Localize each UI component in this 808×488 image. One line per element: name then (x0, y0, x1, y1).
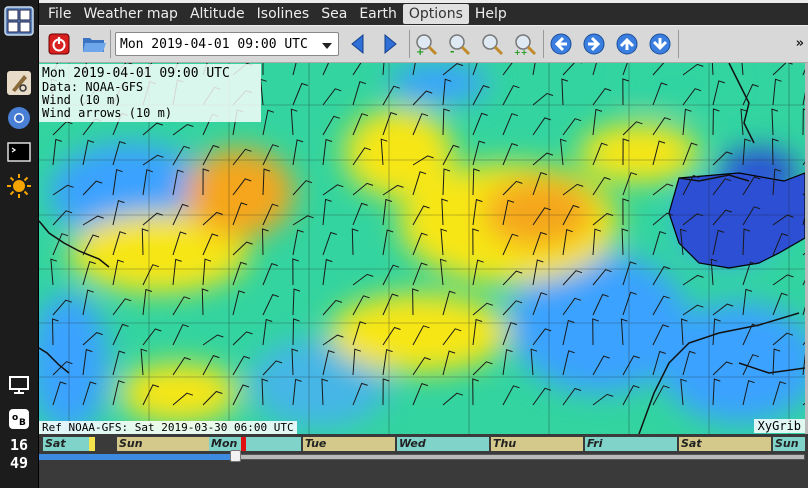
menu-earth[interactable]: Earth (353, 4, 403, 24)
day-label: Mon (209, 437, 301, 451)
weather-app-icon[interactable] (4, 171, 34, 201)
day-label: Fri (585, 437, 677, 451)
next-arrow-icon (384, 33, 397, 55)
open-file-button[interactable] (82, 32, 106, 56)
time-slider-fill (39, 454, 236, 460)
info-arrows-layer: Wind arrows (10 m) (42, 106, 173, 120)
svg-text:+: + (416, 47, 424, 56)
menu-sea[interactable]: Sea (315, 4, 353, 24)
zoom-fit-icon (482, 34, 504, 56)
drawing-app-icon[interactable] (4, 68, 34, 98)
zoom-fit-button[interactable] (480, 32, 504, 56)
next-date-button[interactable] (379, 32, 403, 56)
status-bar (39, 464, 808, 488)
menu-options[interactable]: Options (402, 4, 469, 24)
previous-date-button[interactable] (345, 32, 369, 56)
zoom-all-button[interactable]: ++ (513, 32, 537, 56)
toolbar-overflow-button[interactable]: » (796, 36, 804, 51)
zoom-out-button[interactable]: - (447, 32, 471, 56)
date-selector[interactable]: Mon 2019-04-01 09:00 UTC (115, 32, 339, 56)
stop-icon (48, 33, 70, 55)
weather-map[interactable]: Mon 2019-04-01 09:00 UTC Data: NOAA-GFS … (39, 63, 805, 434)
svg-text:-: - (450, 45, 455, 56)
day-label: Sat (679, 437, 771, 451)
pan-up-icon (616, 33, 638, 55)
clock-minute: 49 (9, 454, 29, 472)
day-label: Thu (491, 437, 583, 451)
taskbar-dock: oB 16 49 (0, 0, 39, 488)
svg-text:B: B (19, 418, 26, 428)
reference-run-label: Ref NOAA-GFS: Sat 2019-03-30 06:00 UTC (39, 421, 297, 434)
app-grid-icon[interactable] (4, 6, 34, 36)
info-date: Mon 2019-04-01 09:00 UTC (42, 66, 230, 81)
date-selector-value: Mon 2019-04-01 09:00 UTC (120, 37, 308, 52)
map-info-panel: Mon 2019-04-01 09:00 UTC Data: NOAA-GFS … (39, 64, 261, 122)
zoom-all-icon: ++ (514, 34, 537, 56)
menu-altitude[interactable]: Altitude (184, 4, 251, 24)
day-label: Sat (43, 437, 89, 451)
menu-isolines[interactable]: Isolines (251, 4, 316, 24)
zoom-in-icon: + (416, 34, 438, 56)
open-folder-icon (83, 38, 106, 52)
day-label: Sun (773, 437, 805, 451)
display-icon[interactable] (4, 370, 34, 400)
pan-left-icon (550, 33, 572, 55)
keyboard-layout-icon[interactable]: oB (4, 404, 34, 434)
menu-bar: File Weather map Altitude Isolines Sea E… (39, 3, 808, 25)
menu-file[interactable]: File (42, 4, 77, 24)
stop-button[interactable] (47, 32, 71, 56)
day-label: Tue (303, 437, 395, 451)
pan-down-icon (649, 33, 671, 55)
clock-hour: 16 (9, 436, 29, 454)
time-slider-handle[interactable] (230, 450, 242, 462)
pan-right-button[interactable] (582, 32, 606, 56)
zoom-out-icon: - (449, 34, 471, 56)
day-label: Wed (397, 437, 489, 451)
pan-down-button[interactable] (648, 32, 672, 56)
day-label: Sun (117, 437, 209, 451)
prev-arrow-icon (351, 33, 364, 55)
svg-text:++: ++ (514, 48, 527, 56)
menu-help[interactable]: Help (469, 4, 513, 24)
pan-up-button[interactable] (615, 32, 639, 56)
app-brand-label: XyGrib (753, 419, 805, 433)
zoom-in-button[interactable]: + (414, 32, 438, 56)
clock: 16 49 (0, 436, 38, 472)
toolbar: Mon 2019-04-01 09:00 UTC + - ++ » (39, 26, 808, 63)
chevron-down-icon (322, 43, 332, 49)
pan-left-button[interactable] (549, 32, 573, 56)
menu-weather-map[interactable]: Weather map (77, 4, 184, 24)
svg-text:o: o (12, 413, 18, 423)
day-strip: Sat Sun Mon Tue Wed Thu Fri Sat Sun (39, 437, 808, 451)
pan-right-icon (583, 33, 605, 55)
time-slider-panel: Sat Sun Mon Tue Wed Thu Fri Sat Sun (39, 434, 808, 464)
terminal-icon[interactable] (4, 137, 34, 167)
day-marker (89, 437, 95, 451)
current-time-marker (241, 437, 246, 451)
xygrib-window: File Weather map Altitude Isolines Sea E… (39, 0, 808, 488)
browser-icon[interactable] (4, 103, 34, 133)
